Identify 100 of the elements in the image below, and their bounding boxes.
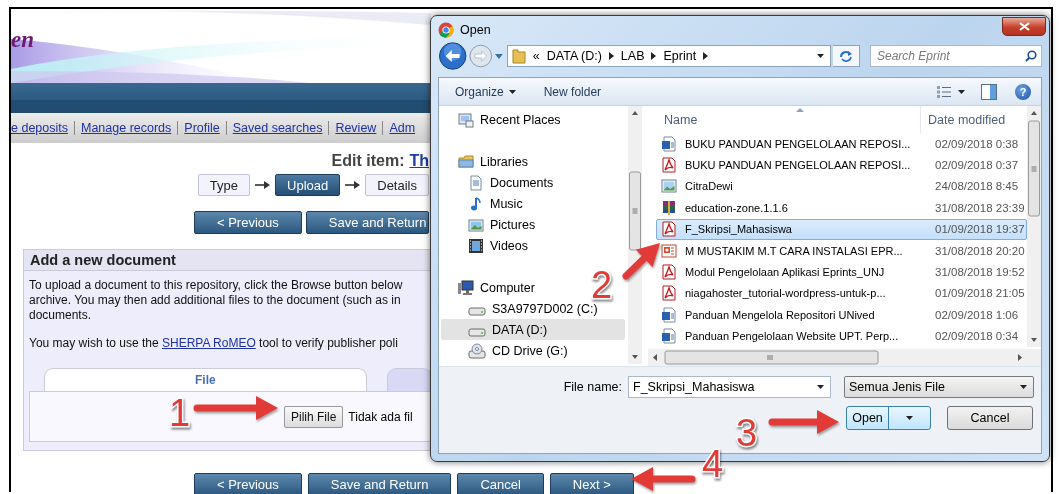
file-row[interactable]: BUKU PANDUAN PENGELOLAAN REPOSI... 02/09/2018 0:37: [656, 154, 1027, 176]
nav-item[interactable]: Videos: [441, 235, 532, 256]
step-tab[interactable]: Type: [197, 174, 251, 196]
pdf-document-icon: [661, 285, 677, 302]
file-name-field[interactable]: F_Skripsi_Mahasiswa: [628, 376, 831, 398]
sherpa-romeo-link[interactable]: SHERPA RoMEO: [161, 336, 256, 350]
folder-icon: [458, 153, 474, 170]
nav-button[interactable]: < Previous: [194, 473, 302, 494]
nav-link[interactable]: e deposits: [11, 121, 74, 135]
computer-icon: [458, 279, 474, 296]
file-type-dropdown[interactable]: Semua Jenis File: [844, 376, 1034, 398]
music-note-icon: [468, 195, 484, 212]
sort-caret-icon: [796, 108, 804, 112]
tab[interactable]: [386, 368, 432, 391]
search-icon: [1025, 50, 1037, 62]
step-tab[interactable]: Upload: [275, 174, 341, 196]
presentation-icon: [661, 242, 677, 259]
nav-item[interactable]: Libraries: [441, 151, 532, 172]
nav-item[interactable]: Documents: [441, 172, 558, 193]
document-icon: [661, 135, 677, 152]
nav-item[interactable]: S3A9797D002 (C:): [441, 298, 602, 319]
organize-menu[interactable]: Organize: [455, 84, 516, 99]
document-icon: [468, 174, 484, 191]
step-tab[interactable]: Details: [365, 174, 429, 196]
nav-item[interactable]: Pictures: [441, 214, 540, 235]
file-row[interactable]: BUKU PANDUAN PENGELOLAAN REPOSI... 02/09/2018 0:38: [656, 133, 1027, 155]
nav-button[interactable]: Save and Return: [307, 473, 452, 494]
nav-button[interactable]: Next >: [549, 473, 634, 494]
nav-link[interactable]: Adm: [382, 121, 422, 135]
tab[interactable]: File: [44, 368, 367, 391]
romeo-text: You may wish to use the SHERPA RoMEO tool to verify publisher poli: [29, 336, 399, 351]
folder-icon: [511, 48, 526, 64]
recent-places-icon: [458, 111, 474, 128]
refresh-button[interactable]: [832, 45, 860, 67]
nav-button[interactable]: Cancel: [457, 473, 544, 494]
close-button[interactable]: [1002, 17, 1046, 36]
pdf-document-icon: [661, 221, 677, 238]
back-button-icon[interactable]: [438, 41, 468, 71]
film-icon: [468, 237, 484, 254]
preview-pane-icon[interactable]: [981, 83, 997, 100]
nav-item[interactable]: CD Drive (G:): [441, 340, 572, 361]
chevron-icon: [651, 52, 657, 60]
item-title-link[interactable]: Th: [409, 152, 429, 170]
caret-icon: [906, 416, 913, 420]
view-options-icon[interactable]: [936, 84, 952, 99]
open-button[interactable]: Open: [846, 406, 931, 430]
search-field[interactable]: Search Eprint: [870, 45, 1042, 67]
file-row[interactable]: M MUSTAKIM M.T CARA INSTALASI EPR... 31/08/2018 20:20: [656, 239, 1027, 262]
file-row[interactable]: Panduan Pengelolaan Website UPT. Perp... 02/09/2018 0:34: [656, 325, 1027, 347]
file-name: Panduan Pengelolaan Website UPT. Perp...: [685, 330, 900, 343]
file-name: education-zone.1.1.6: [685, 201, 789, 214]
file-name: BUKU PANDUAN PENGELOLAAN REPOSI...: [685, 159, 912, 172]
column-header[interactable]: Date modified: [921, 112, 1006, 127]
path-prefix[interactable]: «: [532, 49, 540, 63]
file-row[interactable]: Modul Pengelolaan Aplikasi Eprints_UNJ 31/08/2018 19:52: [656, 261, 1027, 283]
cancel-button[interactable]: Cancel: [947, 406, 1033, 430]
nav-item[interactable]: Recent Places: [441, 109, 565, 130]
nav-link[interactable]: Profile: [177, 121, 226, 135]
nav-item[interactable]: Computer: [441, 277, 539, 298]
chevron-icon: [608, 52, 614, 60]
file-date: 01/09/2018 19:37: [935, 223, 1025, 236]
nav-link[interactable]: Manage records: [74, 121, 178, 135]
file-name: Modul Pengelolaan Aplikasi Eprints_UNJ: [685, 266, 886, 279]
dropdown-caret-icon[interactable]: [494, 53, 503, 59]
file-date: 31/08/2018 23:39: [935, 201, 1025, 214]
file-name: CitraDewi: [685, 180, 734, 193]
file-status-text: Tidak ada fil: [348, 409, 413, 424]
step-number: 1: [169, 392, 191, 434]
file-row[interactable]: CitraDewi 24/08/2018 8:45: [656, 175, 1027, 198]
path-segment[interactable]: Eprint: [663, 49, 697, 63]
file-date: 31/08/2018 19:52: [935, 266, 1025, 279]
file-row[interactable]: education-zone.1.1.6 31/08/2018 23:39: [656, 197, 1027, 219]
pdf-document-icon: [661, 157, 677, 174]
image-icon: [468, 216, 484, 233]
nav-button[interactable]: < Previous: [194, 211, 302, 234]
address-bar[interactable]: « DATA (D:) LAB Eprint: [506, 45, 831, 67]
path-segment[interactable]: DATA (D:): [546, 49, 602, 63]
file-date: 02/09/2018 0:37: [935, 159, 1019, 172]
nav-link[interactable]: Review: [328, 121, 383, 135]
refresh-icon: [838, 50, 853, 62]
file-row[interactable]: niagahoster_tutorial-wordpress-untuk-p... 01/09/2018 21:05: [656, 282, 1027, 305]
nav-item[interactable]: DATA (D:): [441, 319, 626, 340]
file-row[interactable]: Panduan Mengelola Repositori UNived 02/09/2018 1:06: [656, 304, 1027, 326]
choose-file-button[interactable]: Pilih File: [284, 405, 344, 428]
file-date: 31/08/2018 20:20: [935, 244, 1025, 257]
instruction-text: To upload a document to this repository, click the Browse button below archive. You may then add additional files to the document (such as in documents.: [29, 278, 404, 323]
new-folder-button[interactable]: New folder: [543, 84, 602, 99]
panel-title: Add a new document: [24, 250, 432, 271]
dropdown-caret-icon: [816, 54, 824, 58]
document-icon: [661, 328, 677, 345]
step-number: 3: [736, 412, 758, 454]
circle-logo-icon: [438, 21, 454, 38]
dialog-title: Open: [460, 22, 491, 37]
nav-item[interactable]: Music: [441, 193, 527, 214]
nav-link[interactable]: Saved searches: [225, 121, 329, 135]
path-segment[interactable]: LAB: [620, 49, 645, 63]
file-date: 02/09/2018 0:34: [935, 330, 1019, 343]
file-row[interactable]: F_Skripsi_Mahasiswa 01/09/2018 19:37: [656, 218, 1027, 240]
pdf-document-icon: [661, 264, 677, 281]
nav-button[interactable]: Save and Return: [305, 211, 430, 234]
